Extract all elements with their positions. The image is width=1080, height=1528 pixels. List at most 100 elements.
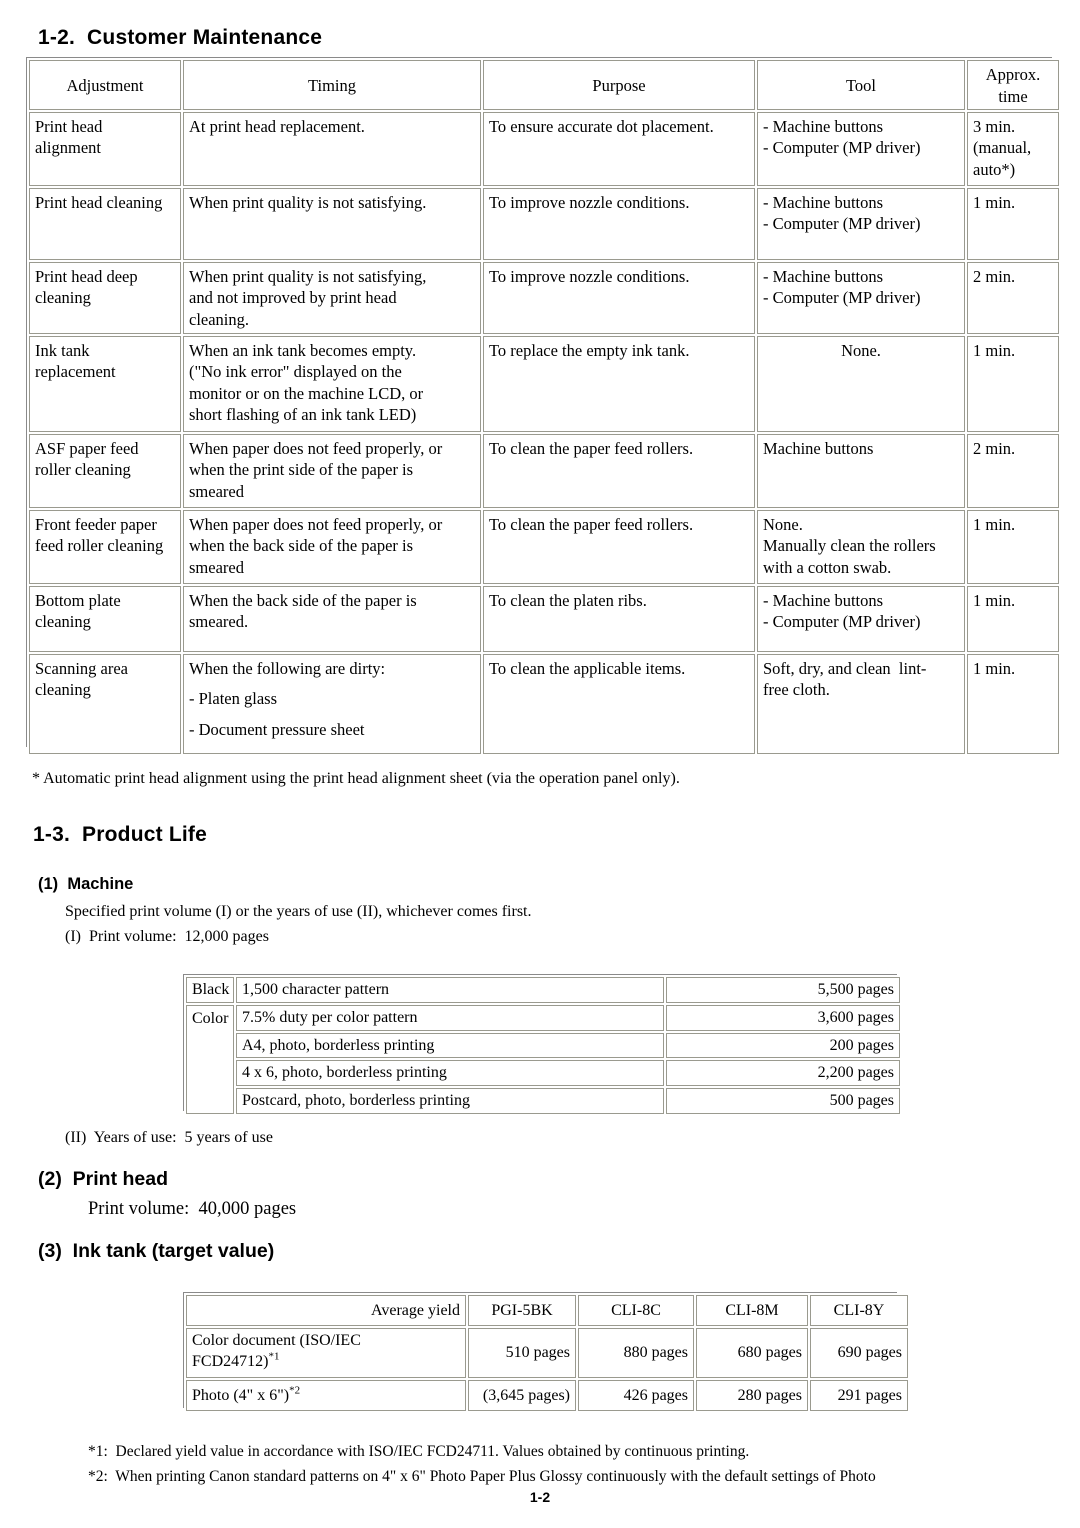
cell-yield-cli-8c: 880 pages	[578, 1328, 694, 1378]
cell-line: None.	[841, 341, 881, 360]
cell-line: smeared	[189, 557, 244, 577]
column-header-cli-8c: CLI-8C	[578, 1295, 694, 1326]
cell-line: When print quality is not satisfying,	[189, 267, 427, 286]
column-header-approx-time: Approx. time	[967, 60, 1059, 110]
cell-line: None.	[763, 515, 803, 534]
cell-yield: 200 pages	[666, 1032, 900, 1059]
table-row: Print head cleaning When print quality i…	[29, 188, 1059, 260]
cell-timing: At print head replacement.	[183, 112, 481, 186]
cell-purpose: To ensure accurate dot placement.	[483, 112, 755, 186]
cell-line: ASF paper feed	[35, 439, 139, 458]
column-header-cli-8m: CLI-8M	[696, 1295, 808, 1326]
table-header-row: Adjustment Timing Purpose Tool Approx. t…	[29, 60, 1059, 110]
cell-yield-cli-8m: 280 pages	[696, 1380, 808, 1411]
cell-line: ("No ink error" displayed on the	[189, 362, 402, 382]
cell-timing: When print quality is not satisfying.	[183, 188, 481, 260]
cell-timing: When an ink tank becomes empty. ("No ink…	[183, 336, 481, 432]
table-row: Black 1,500 character pattern 5,500 page…	[186, 977, 900, 1003]
ink-tank-footnote-2: *2: When printing Canon standard pattern…	[88, 1468, 876, 1485]
cell-line: 3 min.	[973, 117, 1016, 136]
cell-line: When print quality is not satisfying.	[189, 193, 427, 212]
cell-tool: - Machine buttons - Computer (MP driver)	[757, 188, 965, 260]
cell-pattern: A4, photo, borderless printing	[236, 1032, 664, 1059]
column-header-tool: Tool	[757, 60, 965, 110]
subsection-heading-machine: (1) Machine	[38, 875, 134, 893]
cell-line: - Machine buttons	[763, 591, 884, 610]
cell-line: - Machine buttons	[763, 193, 884, 212]
cell-line: when the back side of the paper is	[189, 536, 414, 556]
cell-line: and not improved by print head	[189, 288, 397, 308]
cell-line: Manually clean the rollers	[763, 536, 936, 556]
cell-line: - Computer (MP driver)	[763, 288, 921, 308]
cell-yield: 500 pages	[666, 1088, 900, 1114]
cell-line: To clean the applicable items.	[489, 659, 686, 678]
cell-time: 1 min.	[967, 586, 1059, 652]
cell-row-label-photo: Photo (4" x 6")*2	[186, 1380, 466, 1411]
machine-print-volume: (I) Print volume: 12,000 pages	[65, 928, 269, 945]
cell-line: When paper does not feed properly, or	[189, 439, 443, 458]
cell-line: To improve nozzle conditions.	[489, 193, 690, 212]
cell-time: 1 min.	[967, 654, 1059, 754]
cell-line: Print head	[35, 117, 103, 136]
cell-line: When paper does not feed properly, or	[189, 515, 443, 534]
cell-line: 1 min.	[973, 341, 1016, 360]
table-row: Front feeder paper feed roller cleaning …	[29, 510, 1059, 584]
cell-line: To clean the platen ribs.	[489, 591, 647, 610]
cell-tool: - Machine buttons - Computer (MP driver)	[757, 112, 965, 186]
cell-yield-cli-8y: 291 pages	[810, 1380, 908, 1411]
cell-line: To clean the paper feed rollers.	[489, 439, 694, 458]
table-row: Photo (4" x 6")*2 (3,645 pages) 426 page…	[186, 1380, 908, 1411]
cell-purpose: To clean the applicable items.	[483, 654, 755, 754]
cell-line: When an ink tank becomes empty.	[189, 341, 417, 360]
cell-line: smeared.	[189, 612, 249, 632]
approx-time-line-2: time	[998, 86, 1028, 106]
cell-line: 1 min.	[973, 515, 1016, 534]
cell-line: - Platen glass	[189, 689, 277, 709]
cell-tool: Machine buttons	[757, 434, 965, 508]
subsection-heading-ink-tank: (3) Ink tank (target value)	[38, 1240, 275, 1262]
table-row: Color document (ISO/IEC FCD24712)*1 510 …	[186, 1328, 908, 1378]
cell-line: auto*)	[973, 159, 1016, 179]
cell-timing: When the back side of the paper is smear…	[183, 586, 481, 652]
cell-tool: - Machine buttons - Computer (MP driver)	[757, 586, 965, 652]
cell-timing: When the following are dirty: - Platen g…	[183, 654, 481, 754]
ink-tank-yield-table-grid: Average yield PGI-5BK CLI-8C CLI-8M CLI-…	[184, 1293, 910, 1413]
cell-time: 3 min. (manual, auto*)	[967, 112, 1059, 186]
print-head-print-volume: Print volume: 40,000 pages	[88, 1199, 297, 1219]
cell-pattern: 7.5% duty per color pattern	[236, 1004, 664, 1031]
cell-yield: 3,600 pages	[666, 1004, 900, 1031]
cell-line: - Computer (MP driver)	[763, 214, 921, 234]
cell-line: Ink tank	[35, 341, 90, 360]
machine-yield-table-grid: Black 1,500 character pattern 5,500 page…	[184, 975, 902, 1116]
cell-yield: 5,500 pages	[666, 977, 900, 1003]
cell-line: - Document pressure sheet	[189, 719, 365, 739]
column-header-timing: Timing	[183, 60, 481, 110]
cell-time: 2 min.	[967, 262, 1059, 334]
cell-purpose: To improve nozzle conditions.	[483, 262, 755, 334]
cell-line: - Machine buttons	[763, 117, 884, 136]
machine-years-of-use: (II) Years of use: 5 years of use	[65, 1129, 273, 1146]
page-number: 1-2	[529, 1489, 551, 1505]
table-header-row: Average yield PGI-5BK CLI-8C CLI-8M CLI-…	[186, 1295, 908, 1326]
cell-line: cleaning	[35, 288, 91, 308]
cell-yield-pgi-5bk: 510 pages	[468, 1328, 576, 1378]
table-row: Print head deep cleaning When print qual…	[29, 262, 1059, 334]
cell-yield-pgi-5bk: (3,645 pages)	[468, 1380, 576, 1411]
table-row: 4 x 6, photo, borderless printing 2,200 …	[186, 1060, 900, 1087]
column-header-pgi-5bk: PGI-5BK	[468, 1295, 576, 1326]
table-row: Scanning area cleaning When the followin…	[29, 654, 1059, 754]
machine-life-description: Specified print volume (I) or the years …	[65, 903, 532, 920]
cell-yield-cli-8y: 690 pages	[810, 1328, 908, 1378]
cell-time: 1 min.	[967, 336, 1059, 432]
document-page: 1-2. Customer Maintenance Adjustment Tim…	[0, 0, 1080, 1528]
table-row: A4, photo, borderless printing 200 pages	[186, 1032, 900, 1059]
cell-line: 1 min.	[973, 193, 1016, 212]
cell-line: To improve nozzle conditions.	[489, 267, 690, 286]
cell-line: monitor or on the machine LCD, or	[189, 383, 424, 403]
subsection-heading-print-head: (2) Print head	[38, 1168, 169, 1190]
maintenance-table-grid: Adjustment Timing Purpose Tool Approx. t…	[27, 58, 1061, 756]
footnote-marker: *1	[268, 1350, 280, 1363]
cell-line: - Computer (MP driver)	[763, 612, 921, 632]
column-header-purpose: Purpose	[483, 60, 755, 110]
cell-line: 2 min.	[973, 267, 1016, 286]
